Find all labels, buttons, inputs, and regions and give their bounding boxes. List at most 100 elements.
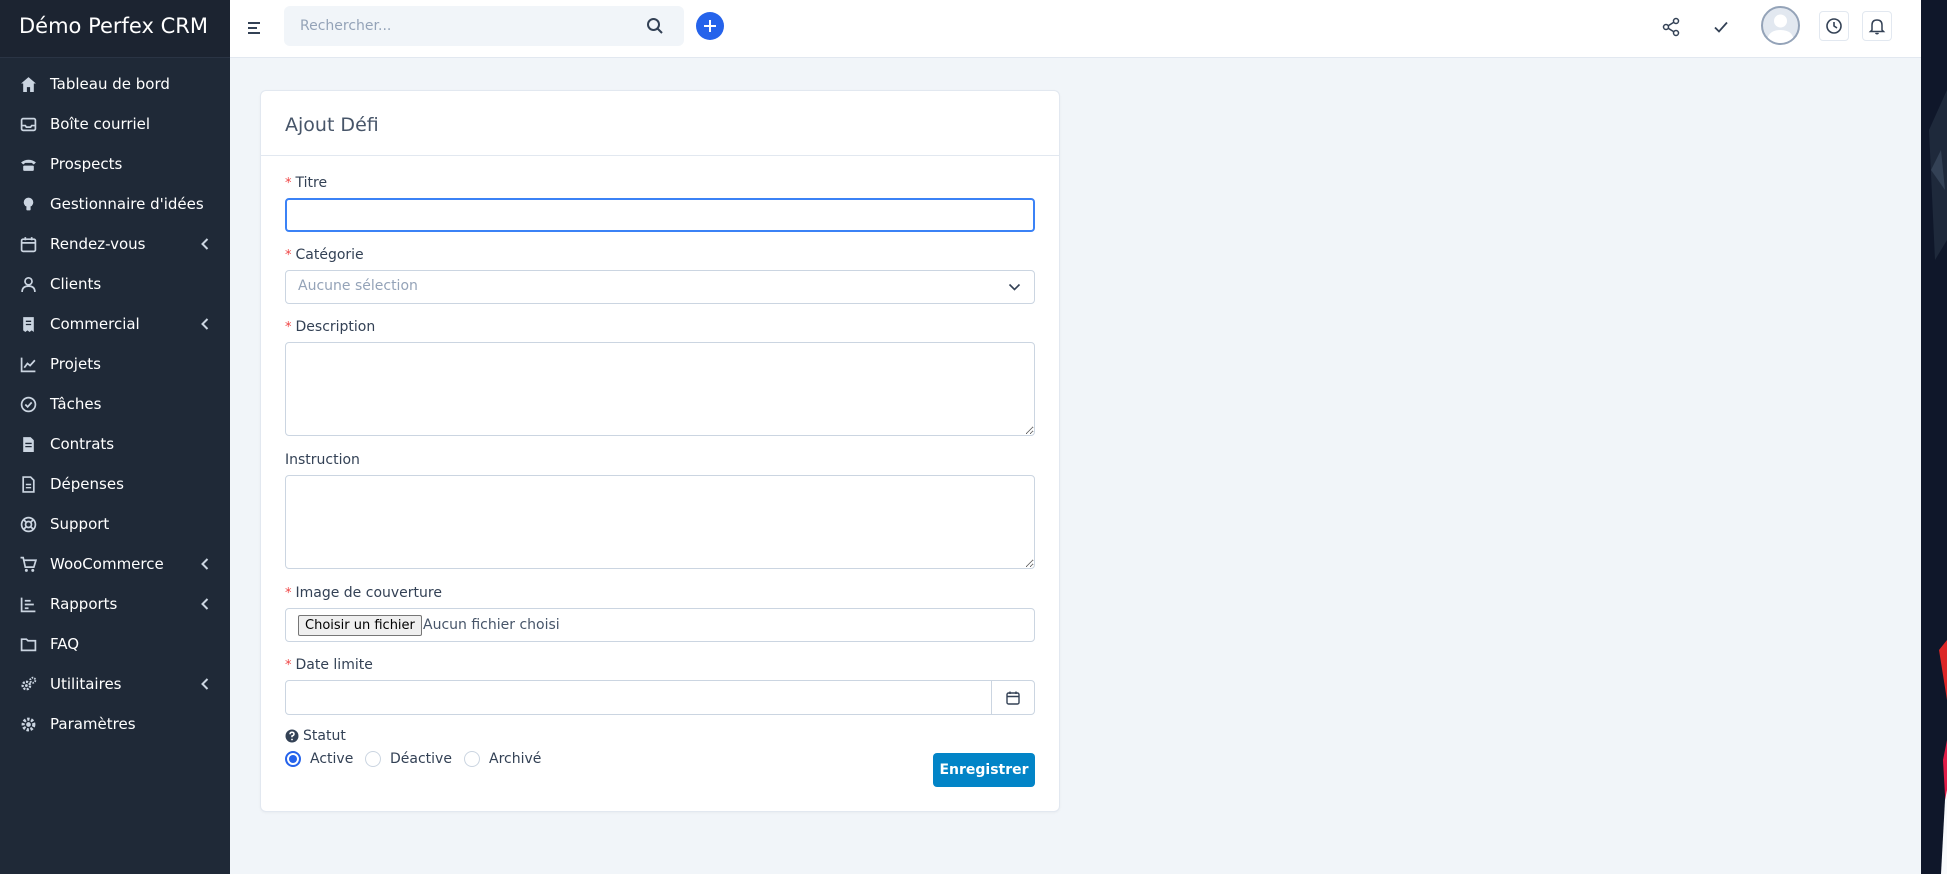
date-limite-field	[285, 680, 1035, 715]
required-marker: *	[285, 320, 292, 335]
sidebar-item-label: FAQ	[50, 635, 80, 653]
chart-icon	[19, 355, 37, 373]
user-icon	[19, 275, 37, 293]
titre-label-text: Titre	[295, 175, 328, 191]
calendar-icon	[1006, 691, 1020, 705]
plus-icon	[704, 20, 716, 32]
sidebar-item-label: Support	[50, 515, 110, 533]
date-limite-input[interactable]	[286, 681, 986, 712]
radio-dot[interactable]	[365, 751, 381, 767]
chevron-left-icon	[201, 598, 209, 610]
statut-active-radio[interactable]: Active	[285, 751, 353, 767]
lightbulb-icon	[19, 195, 37, 213]
quick-create-button[interactable]	[696, 12, 724, 40]
brand-title[interactable]: Démo Perfex CRM	[0, 0, 230, 58]
sidebar-item-prospects[interactable]: Prospects	[0, 144, 230, 184]
sidebar-item-label: Contrats	[50, 435, 115, 453]
sidebar-item-label: Rapports	[50, 595, 118, 613]
sidebar-item-label: WooCommerce	[50, 555, 164, 573]
avatar[interactable]	[1761, 6, 1800, 45]
statut-deactive-radio[interactable]: Déactive	[365, 751, 452, 767]
radio-dot[interactable]	[464, 751, 480, 767]
receipt-icon	[19, 315, 37, 333]
sidebar-item-rendez-vous[interactable]: Rendez-vous	[0, 224, 230, 264]
sidebar-nav: Tableau de bord Boîte courriel Prospects…	[0, 58, 230, 744]
sidebar-item-tableau-de-bord[interactable]: Tableau de bord	[0, 64, 230, 104]
description-label-text: Description	[295, 319, 376, 335]
tasks-check-button[interactable]	[1710, 16, 1732, 38]
radio-label: Archivé	[489, 751, 542, 767]
sidebar-item-taches[interactable]: Tâches	[0, 384, 230, 424]
titre-label: * Titre	[285, 175, 327, 191]
sidebar-item-contrats[interactable]: Contrats	[0, 424, 230, 464]
radio-dot-checked[interactable]	[285, 751, 301, 767]
categorie-selected-value: Aucune sélection	[298, 278, 418, 294]
bar-chart-icon	[19, 595, 37, 613]
sidebar-item-label: Gestionnaire d'idées	[50, 195, 204, 213]
sidebar-item-rapports[interactable]: Rapports	[0, 584, 230, 624]
date-label-text: Date limite	[295, 657, 373, 673]
cover-image-file-input: Choisir un fichier Aucun fichier choisi	[285, 608, 1035, 642]
sidebar-item-woocommerce[interactable]: WooCommerce	[0, 544, 230, 584]
save-button[interactable]: Enregistrer	[933, 753, 1035, 787]
sidebar-item-label: Prospects	[50, 155, 123, 173]
radio-label: Déactive	[390, 751, 452, 767]
sidebar-item-label: Paramètres	[50, 715, 136, 733]
sidebar-item-depenses[interactable]: Dépenses	[0, 464, 230, 504]
sidebar-item-clients[interactable]: Clients	[0, 264, 230, 304]
home-icon	[19, 75, 37, 93]
top-bar	[230, 0, 1921, 58]
contract-icon	[19, 435, 37, 453]
calendar-button[interactable]	[991, 681, 1034, 714]
description-textarea[interactable]	[285, 342, 1035, 436]
sidebar-item-label: Commercial	[50, 315, 140, 333]
sidebar-item-support[interactable]: Support	[0, 504, 230, 544]
required-marker: *	[285, 248, 292, 263]
sidebar-item-projets[interactable]: Projets	[0, 344, 230, 384]
search-icon[interactable]	[646, 17, 664, 35]
image-label: * Image de couverture	[285, 585, 442, 601]
check-circle-icon	[19, 395, 37, 413]
lifebuoy-icon	[19, 515, 37, 533]
sidebar-item-gestionnaire-idees[interactable]: Gestionnaire d'idées	[0, 184, 230, 224]
titre-input[interactable]	[285, 198, 1035, 232]
sidebar-item-utilitaires[interactable]: Utilitaires	[0, 664, 230, 704]
folder-icon	[19, 635, 37, 653]
bell-icon	[1868, 19, 1886, 35]
calendar-icon	[19, 235, 37, 253]
statut-archive-radio[interactable]: Archivé	[464, 751, 541, 767]
clock-icon	[1826, 18, 1842, 34]
chevron-left-icon	[201, 558, 209, 570]
background-artwork	[1921, 0, 1947, 874]
statut-label: Statut	[285, 728, 346, 744]
cart-icon	[19, 555, 37, 573]
tty-icon	[19, 155, 37, 173]
instruction-textarea[interactable]	[285, 475, 1035, 569]
inbox-icon	[19, 115, 37, 133]
sidebar-item-label: Tableau de bord	[50, 75, 170, 93]
menu-toggle-icon[interactable]	[245, 18, 265, 38]
sidebar-item-parametres[interactable]: Paramètres	[0, 704, 230, 744]
timer-button[interactable]	[1819, 11, 1849, 41]
sidebar-item-faq[interactable]: FAQ	[0, 624, 230, 664]
chevron-left-icon	[201, 678, 209, 690]
sidebar-item-commercial[interactable]: Commercial	[0, 304, 230, 344]
categorie-select[interactable]: Aucune sélection	[285, 270, 1035, 304]
sidebar-item-label: Dépenses	[50, 475, 124, 493]
search-input[interactable]	[284, 6, 624, 46]
cogs-icon	[19, 675, 37, 693]
sidebar-item-boite-courriel[interactable]: Boîte courriel	[0, 104, 230, 144]
panel-title: Ajout Défi	[261, 91, 1059, 156]
instruction-label: Instruction	[285, 452, 360, 468]
question-circle-icon[interactable]	[285, 729, 299, 743]
file-invoice-icon	[19, 475, 37, 493]
description-label: * Description	[285, 319, 375, 335]
share-button[interactable]	[1660, 16, 1682, 38]
instruction-label-text: Instruction	[285, 452, 360, 468]
required-marker: *	[285, 586, 292, 601]
notifications-button[interactable]	[1862, 11, 1892, 41]
choose-file-button[interactable]: Choisir un fichier	[298, 615, 422, 636]
radio-label: Active	[310, 751, 354, 767]
statut-label-text: Statut	[303, 728, 346, 744]
date-label: * Date limite	[285, 657, 373, 673]
